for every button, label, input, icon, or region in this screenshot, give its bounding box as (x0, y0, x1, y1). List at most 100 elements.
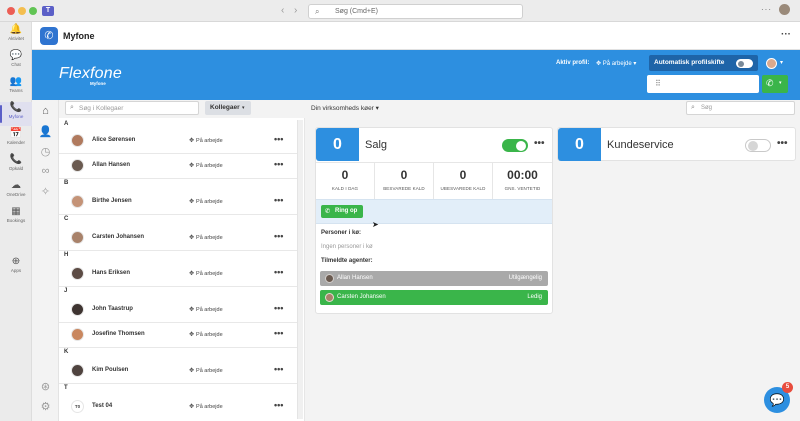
back-arrow-icon[interactable]: ‹ (281, 5, 284, 16)
colleague-row[interactable]: John Taastrup ✥ På arbejde ••• (59, 300, 297, 320)
divider (59, 347, 297, 348)
dial-number-input[interactable]: ⠿ (647, 75, 759, 93)
colleague-row[interactable]: Carsten Johansen ✥ På arbejde ••• (59, 228, 297, 248)
row-more-button[interactable]: ••• (274, 195, 283, 205)
app-header: ✆ Myfone ··· (32, 22, 800, 50)
queue-action-strip: ✆ Ring op ➤ (316, 199, 552, 229)
rail-item-calls[interactable]: 📞 Opkald (0, 154, 32, 178)
queue-count: 0 (558, 128, 601, 161)
bookings-icon: ▦ (11, 206, 21, 217)
agent-status: Ledig (527, 294, 542, 300)
phone-icon: 📞 (9, 102, 23, 113)
call-button[interactable]: ✆ ▾ (762, 75, 788, 93)
agent-row[interactable]: Carsten Johansen Ledig (320, 290, 548, 305)
divider (59, 250, 297, 251)
colleague-row[interactable]: T0 Test 04 ✥ På arbejde ••• (59, 397, 297, 417)
calendar-icon: 📅 (9, 128, 23, 139)
chevron-down-icon: ▾ (779, 80, 782, 86)
presence-icon: ✥ (189, 368, 195, 374)
rail-item-calendar[interactable]: 📅 Kalender (0, 128, 32, 152)
colleagues-filter-dropdown[interactable]: Kollegaer ▾ (205, 101, 251, 115)
close-window-button[interactable] (7, 7, 15, 15)
row-more-button[interactable]: ••• (274, 328, 283, 338)
rail-item-onedrive[interactable]: ☁ OneDrive (0, 180, 32, 204)
colleague-row[interactable]: Hans Eriksen ✥ På arbejde ••• (59, 264, 297, 284)
agent-status: Utilgængelig (508, 275, 542, 281)
row-more-button[interactable]: ••• (274, 303, 283, 313)
history-clock-icon[interactable]: ◷ (32, 145, 59, 158)
cloud-icon: ☁ (11, 180, 21, 191)
global-search-input[interactable]: ⌕ Søg (Cmd+E) (308, 4, 523, 19)
gear-icon[interactable]: ⚙ (32, 400, 59, 413)
avatar (71, 159, 84, 172)
stat-avg-wait: 00:00 GNS. VENTETID (504, 168, 541, 191)
forward-arrow-icon[interactable]: › (294, 5, 297, 16)
presence-icon: ✥ (189, 199, 195, 205)
account-avatar[interactable] (779, 4, 790, 15)
colleague-row[interactable]: Alice Sørensen ✥ På arbejde ••• (59, 131, 297, 151)
colleague-row[interactable]: Allan Hansen ✥ På arbejde ••• (59, 156, 297, 176)
colleague-row[interactable]: Birthe Jensen ✥ På arbejde ••• (59, 192, 297, 212)
rail-item-activity[interactable]: 🔔 Aktivitet (0, 24, 32, 48)
group-letter: K (64, 349, 69, 355)
myfone-app-icon: ✆ (40, 27, 58, 45)
queues-search-input[interactable]: ⌕ Søg (686, 101, 795, 115)
rail-item-bookings[interactable]: ▦ Bookings (0, 206, 32, 230)
presence-icon: ✥ (189, 307, 195, 313)
avatar (71, 134, 84, 147)
avatar (71, 231, 84, 244)
row-more-button[interactable]: ••• (274, 267, 283, 277)
window-more-button[interactable]: ··· (761, 5, 772, 14)
colleague-row[interactable]: Kim Poulsen ✥ På arbejde ••• (59, 361, 297, 381)
group-letter: J (64, 288, 68, 294)
user-avatar[interactable] (766, 58, 777, 69)
ring-up-button[interactable]: ✆ Ring op (321, 205, 363, 218)
queue-more-button[interactable]: ••• (777, 138, 788, 149)
queue-more-button[interactable]: ••• (534, 138, 545, 149)
rail-item-teams[interactable]: 👥 Teams (0, 76, 32, 100)
queue-enabled-toggle[interactable] (745, 139, 771, 152)
satellite-icon[interactable]: ✧ (32, 185, 59, 198)
home-icon[interactable]: ⌂ (32, 105, 59, 117)
auto-profile-toggle[interactable] (736, 59, 753, 68)
avatar (71, 303, 84, 316)
app-more-button[interactable]: ··· (781, 29, 791, 40)
row-more-button[interactable]: ••• (274, 159, 283, 169)
row-more-button[interactable]: ••• (274, 231, 283, 241)
queue-name: Kundeservice (607, 139, 674, 151)
chevron-down-icon[interactable]: ▾ (780, 59, 783, 66)
minimize-window-button[interactable] (18, 7, 26, 15)
divider (59, 322, 297, 323)
search-icon: ⌕ (70, 104, 74, 111)
colleagues-search-input[interactable]: ⌕ Søg i Kollegaer (65, 101, 199, 115)
row-more-button[interactable]: ••• (274, 400, 283, 410)
avatar (71, 328, 84, 341)
colleagues-scrollbar[interactable] (297, 120, 303, 419)
queue-enabled-toggle[interactable] (502, 139, 528, 152)
rail-item-apps[interactable]: ⊕ Apps (0, 256, 32, 280)
maximize-window-button[interactable] (29, 7, 37, 15)
teams-logo-icon: T (42, 6, 54, 16)
colleagues-search-placeholder: Søg i Kollegaer (79, 105, 124, 112)
notification-badge: 5 (782, 382, 793, 393)
row-more-button[interactable]: ••• (274, 134, 283, 144)
voicemail-icon[interactable]: ∞ (32, 165, 59, 177)
person-icon[interactable]: 👤 (32, 125, 59, 138)
presence-icon: ✥ (189, 235, 195, 241)
rail-item-chat[interactable]: 💬 Chat (0, 50, 32, 74)
queues-selector-dropdown[interactable]: Din virksomheds køer ▾ (311, 104, 379, 112)
active-profile-dropdown[interactable]: ✥ På arbejde ▾ (596, 60, 636, 67)
row-more-button[interactable]: ••• (274, 364, 283, 374)
divider (59, 153, 297, 154)
chevron-down-icon: ▾ (242, 105, 245, 111)
presence-icon: ✥ (189, 138, 195, 144)
presence-status: ✥ På arbejde (189, 199, 223, 205)
agent-row[interactable]: Allan Hansen Utilgængelig (320, 271, 548, 286)
colleague-row[interactable]: Josefine Thomsen ✥ På arbejde ••• (59, 325, 297, 345)
avatar (71, 267, 84, 280)
keypad-icon[interactable]: ⠿ (655, 79, 661, 88)
rail-item-myfone[interactable]: 📞 Myfone (0, 102, 32, 126)
presence-status: ✥ På arbejde (189, 138, 223, 144)
teams-app-rail: 🔔 Aktivitet 💬 Chat 👥 Teams 📞 Myfone 📅 Ka… (0, 22, 32, 421)
help-lifebuoy-icon[interactable]: ⊛ (32, 380, 59, 393)
